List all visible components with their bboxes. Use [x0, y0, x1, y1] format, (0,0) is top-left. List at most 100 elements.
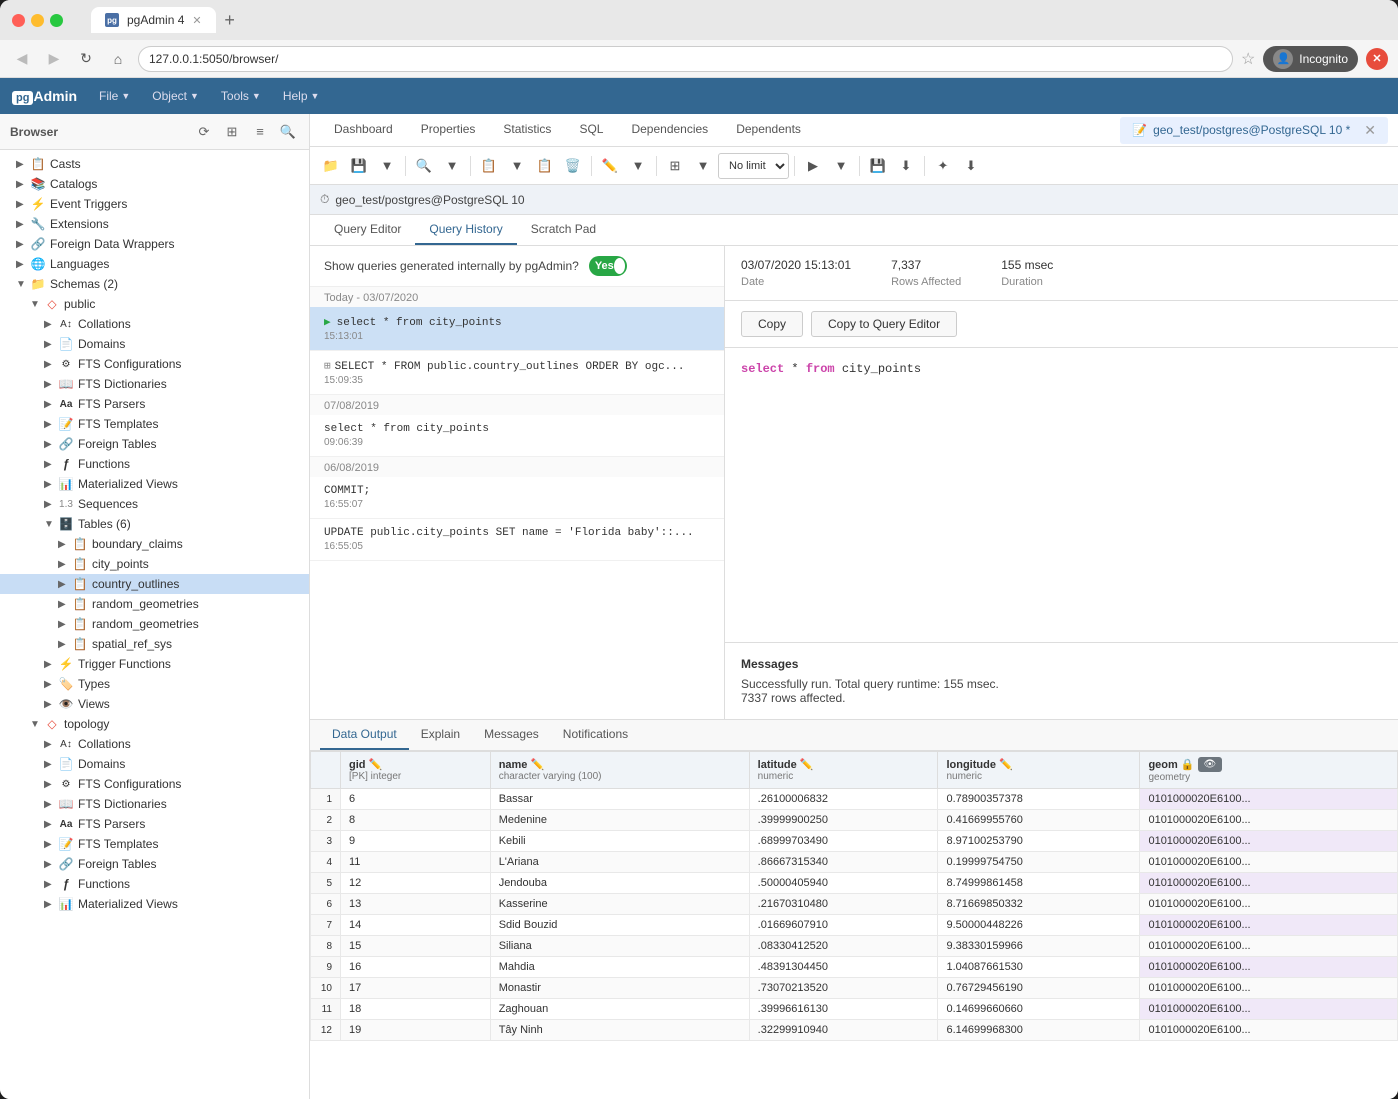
paste-btn[interactable]: 📋 [532, 153, 558, 179]
close-window-btn[interactable] [12, 14, 25, 27]
sidebar-item-spatial-ref-sys[interactable]: ▶ 📋 spatial_ref_sys [0, 634, 309, 654]
sidebar-item-catalogs[interactable]: ▶ 📚 Catalogs [0, 174, 309, 194]
tab-close-btn[interactable]: ✕ [192, 14, 201, 27]
download-btn[interactable]: ⬇ [893, 153, 919, 179]
menu-file[interactable]: File ▼ [89, 85, 140, 107]
sidebar-search-btn[interactable]: 🔍 [277, 121, 299, 143]
bookmark-icon[interactable]: ☆ [1241, 49, 1255, 69]
sidebar-item-random-geometries-2[interactable]: ▶ 📋 random_geometries [0, 614, 309, 634]
tab-statistics[interactable]: Statistics [489, 114, 565, 146]
sidebar-item-boundary-claims[interactable]: ▶ 📋 boundary_claims [0, 534, 309, 554]
menu-tools[interactable]: Tools ▼ [211, 85, 271, 107]
sidebar-item-mat-views[interactable]: ▶ 📊 Materialized Views [0, 474, 309, 494]
sidebar-item-topo-domains[interactable]: ▶ 📄 Domains [0, 754, 309, 774]
copy-button[interactable]: Copy [741, 311, 803, 337]
sidebar-item-topo-foreign-tables[interactable]: ▶ 🔗 Foreign Tables [0, 854, 309, 874]
sidebar-item-fts-parsers[interactable]: ▶ Aa FTS Parsers [0, 394, 309, 414]
limit-dropdown[interactable]: No limit 100 500 1000 [718, 153, 789, 179]
sidebar-item-public-schema[interactable]: ▼ ◇ public [0, 294, 309, 314]
sidebar-list-btn[interactable]: ≡ [249, 121, 271, 143]
history-item-4[interactable]: COMMIT; 16:55:07 [310, 477, 724, 519]
filter-rows-btn[interactable]: ⊞ [662, 153, 688, 179]
history-item-1[interactable]: ▶select * from city_points 15:13:01 [310, 307, 724, 351]
sidebar-item-languages[interactable]: ▶ 🌐 Languages [0, 254, 309, 274]
new-tab-button[interactable]: + [216, 6, 244, 34]
tab-query-history[interactable]: Query History [415, 215, 516, 245]
sidebar-item-event-triggers[interactable]: ▶ ⚡ Event Triggers [0, 194, 309, 214]
sidebar-item-casts[interactable]: ▶ 📋 Casts [0, 154, 309, 174]
tab-dependents[interactable]: Dependents [722, 114, 815, 146]
sidebar-item-foreign-tables[interactable]: ▶ 🔗 Foreign Tables [0, 434, 309, 454]
close-active-tab-btn[interactable]: ✕ [1364, 122, 1376, 139]
tab-sql[interactable]: SQL [565, 114, 617, 146]
tab-notifications[interactable]: Notifications [551, 720, 640, 750]
run-dropdown-btn[interactable]: ▼ [828, 153, 854, 179]
sidebar-item-fts-templates[interactable]: ▶ 📝 FTS Templates [0, 414, 309, 434]
sidebar-refresh-btn[interactable]: ⟳ [193, 121, 215, 143]
history-item-2[interactable]: ⊞SELECT * FROM public.country_outlines O… [310, 351, 724, 395]
edit-icon-name[interactable]: ✏️ [530, 758, 544, 771]
sidebar-item-topo-fts-parsers[interactable]: ▶ Aa FTS Parsers [0, 814, 309, 834]
sidebar-item-fts-dict[interactable]: ▶ 📖 FTS Dictionaries [0, 374, 309, 394]
copy-dropdown-btn[interactable]: ▼ [504, 153, 530, 179]
run-btn[interactable]: ▶ [800, 153, 826, 179]
back-button[interactable]: ◀ [10, 47, 34, 71]
save-dropdown-btn[interactable]: ▼ [374, 153, 400, 179]
sidebar-item-tables[interactable]: ▼ 🗄️ Tables (6) [0, 514, 309, 534]
sidebar-item-topo-fts-config[interactable]: ▶ ⚙ FTS Configurations [0, 774, 309, 794]
copy-to-query-editor-button[interactable]: Copy to Query Editor [811, 311, 957, 337]
url-input[interactable] [138, 46, 1233, 72]
sidebar-item-country-outlines[interactable]: ▶ 📋 country_outlines [0, 574, 309, 594]
minimize-window-btn[interactable] [31, 14, 44, 27]
tab-properties[interactable]: Properties [407, 114, 490, 146]
sidebar-grid-btn[interactable]: ⊞ [221, 121, 243, 143]
open-file-btn[interactable]: 📁 [318, 153, 344, 179]
tab-dependencies[interactable]: Dependencies [617, 114, 722, 146]
download-csv-btn[interactable]: ⬇ [958, 153, 984, 179]
history-item-3[interactable]: select * from city_points 09:06:39 [310, 415, 724, 457]
sidebar-item-random-geometries-1[interactable]: ▶ 📋 random_geometries [0, 594, 309, 614]
active-tab-indicator[interactable]: 📝 geo_test/postgres@PostgreSQL 10 * ✕ [1120, 117, 1388, 144]
active-browser-tab[interactable]: pg pgAdmin 4 ✕ [91, 7, 216, 33]
tab-scratch-pad[interactable]: Scratch Pad [517, 215, 610, 245]
format-btn[interactable]: ✦ [930, 153, 956, 179]
filter-rows-dropdown-btn[interactable]: ▼ [690, 153, 716, 179]
tab-data-output[interactable]: Data Output [320, 720, 409, 750]
filter-btn[interactable]: 🔍 [411, 153, 437, 179]
extension-button[interactable]: ✕ [1366, 48, 1388, 70]
sidebar-item-views[interactable]: ▶ 👁️ Views [0, 694, 309, 714]
tab-query-editor[interactable]: Query Editor [320, 215, 415, 245]
eye-button-geom[interactable]: 👁 [1198, 757, 1223, 772]
edit-icon-lat[interactable]: ✏️ [800, 758, 814, 771]
tab-messages[interactable]: Messages [472, 720, 551, 750]
edit-dropdown-btn[interactable]: ▼ [625, 153, 651, 179]
tab-explain[interactable]: Explain [409, 720, 472, 750]
sidebar-item-city-points[interactable]: ▶ 📋 city_points [0, 554, 309, 574]
copy-btn[interactable]: 📋 [476, 153, 502, 179]
save-btn[interactable]: 💾 [346, 153, 372, 179]
sidebar-item-sequences[interactable]: ▶ 1.3 Sequences [0, 494, 309, 514]
menu-object[interactable]: Object ▼ [142, 85, 209, 107]
sidebar-item-topology-schema[interactable]: ▼ ◇ topology [0, 714, 309, 734]
sidebar-item-topo-mat-views[interactable]: ▶ 📊 Materialized Views [0, 894, 309, 914]
sidebar-item-types[interactable]: ▶ 🏷️ Types [0, 674, 309, 694]
reload-button[interactable]: ↻ [74, 47, 98, 71]
save-data-btn[interactable]: 💾 [865, 153, 891, 179]
sidebar-item-topo-fts-dict[interactable]: ▶ 📖 FTS Dictionaries [0, 794, 309, 814]
edit-icon-gid[interactable]: ✏️ [369, 758, 383, 771]
toggle-switch[interactable]: Yes [589, 256, 627, 276]
filter-dropdown-btn[interactable]: ▼ [439, 153, 465, 179]
sidebar-item-topo-fts-templates[interactable]: ▶ 📝 FTS Templates [0, 834, 309, 854]
sidebar-item-foreign-data-wrappers[interactable]: ▶ 🔗 Foreign Data Wrappers [0, 234, 309, 254]
sidebar-item-topo-functions[interactable]: ▶ ƒ Functions [0, 874, 309, 894]
history-item-5[interactable]: UPDATE public.city_points SET name = 'Fl… [310, 519, 724, 561]
sidebar-item-functions[interactable]: ▶ ƒ Functions [0, 454, 309, 474]
sidebar-item-fts-config[interactable]: ▶ ⚙ FTS Configurations [0, 354, 309, 374]
home-button[interactable]: ⌂ [106, 47, 130, 71]
edit-icon-lon[interactable]: ✏️ [999, 758, 1013, 771]
edit-btn[interactable]: ✏️ [597, 153, 623, 179]
forward-button[interactable]: ▶ [42, 47, 66, 71]
tab-dashboard[interactable]: Dashboard [320, 114, 407, 146]
sidebar-item-collations[interactable]: ▶ A↕ Collations [0, 314, 309, 334]
sidebar-item-trigger-functions[interactable]: ▶ ⚡ Trigger Functions [0, 654, 309, 674]
